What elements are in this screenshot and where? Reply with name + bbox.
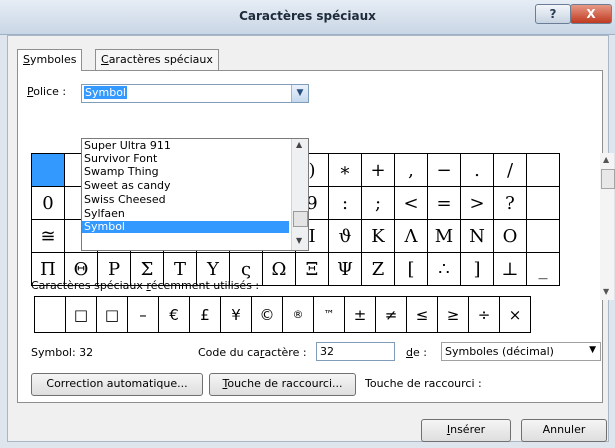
- font-select-value: Symbol: [84, 86, 127, 99]
- symbol-cell[interactable]: [526, 186, 560, 220]
- symbol-cell[interactable]: ;: [361, 186, 395, 220]
- recent-symbols-grid: □ □ – € £ ¥ © ® ™ ± ≠ ≤ ≥ ÷ ×: [34, 296, 531, 333]
- symbol-cell[interactable]: −: [427, 153, 461, 187]
- symbol-cell[interactable]: [526, 219, 560, 253]
- symbol-cell[interactable]: +: [361, 153, 395, 187]
- font-dropdown-list[interactable]: Super Ultra 911 Survivor Font Swamp Thin…: [81, 138, 309, 251]
- symbol-cell[interactable]: [: [394, 252, 428, 286]
- recent-symbol-cell[interactable]: □: [96, 296, 128, 333]
- symbol-cell[interactable]: Ο: [493, 219, 527, 253]
- recent-symbol-cell[interactable]: ≤: [406, 296, 438, 333]
- recent-symbol-cell[interactable]: ±: [344, 296, 376, 333]
- from-select[interactable]: Symboles (décimal) ▼: [441, 342, 601, 361]
- symbol-cell[interactable]: ≅: [31, 219, 65, 253]
- recent-symbol-cell[interactable]: £: [189, 296, 221, 333]
- shortcut-key-label: Touche de raccourci :: [365, 377, 482, 390]
- recent-symbol-cell[interactable]: ®: [282, 296, 314, 333]
- symbol-cell[interactable]: ∴: [427, 252, 461, 286]
- tab-symboles[interactable]: Symboles: [17, 49, 83, 71]
- font-option[interactable]: Super Ultra 911: [84, 140, 171, 152]
- symbol-cell[interactable]: ?: [493, 186, 527, 220]
- font-select[interactable]: Symbol ▼: [81, 84, 309, 103]
- cancel-button[interactable]: Annuler: [521, 419, 607, 442]
- symbol-cell[interactable]: :: [328, 186, 362, 220]
- scroll-thumb[interactable]: [293, 211, 308, 227]
- symbol-cell[interactable]: ,: [394, 153, 428, 187]
- close-button[interactable]: X: [570, 4, 612, 24]
- font-option[interactable]: Sweet as candy: [84, 180, 171, 192]
- symbol-cell[interactable]: [31, 153, 65, 187]
- font-option[interactable]: Sylfaen: [84, 208, 125, 220]
- symbol-cell[interactable]: Ν: [460, 219, 494, 253]
- symbol-cell[interactable]: >: [460, 186, 494, 220]
- autocorrect-button[interactable]: Correction automatique...: [31, 373, 203, 396]
- symbol-cell[interactable]: Ψ: [328, 252, 362, 286]
- symbol-cell[interactable]: Ξ: [295, 252, 329, 286]
- tab-caracteres-speciaux[interactable]: Caractères spéciaux: [95, 49, 219, 70]
- recent-symbol-cell[interactable]: ™: [313, 296, 345, 333]
- symbol-cell[interactable]: ∗: [328, 153, 362, 187]
- scroll-down-icon[interactable]: ▼: [603, 287, 609, 296]
- symbol-cell[interactable]: ⊥: [493, 252, 527, 286]
- recent-symbol-cell[interactable]: ×: [499, 296, 531, 333]
- chevron-down-icon[interactable]: ▼: [291, 85, 308, 102]
- recent-symbol-cell[interactable]: ©: [251, 296, 283, 333]
- recent-symbol-cell[interactable]: [34, 296, 66, 333]
- chevron-down-icon[interactable]: ▼: [589, 345, 596, 355]
- insert-button[interactable]: Insérer: [421, 419, 511, 442]
- symbol-info: Symbol: 32: [31, 346, 94, 359]
- title-bar: Caractères spéciaux ? X: [0, 0, 615, 35]
- recent-symbol-cell[interactable]: □: [65, 296, 97, 333]
- char-code-label: Code du caractère :: [198, 346, 307, 359]
- symbol-cell[interactable]: Ω: [262, 252, 296, 286]
- from-label: de :: [406, 346, 427, 359]
- char-code-input[interactable]: 32: [316, 342, 395, 361]
- scroll-up-icon[interactable]: ▲: [296, 140, 302, 149]
- symbol-cell[interactable]: .: [460, 153, 494, 187]
- font-label: Police :: [27, 85, 67, 98]
- recent-symbols-label: Caractères spéciaux récemment utilisés :: [31, 279, 260, 292]
- symbol-cell[interactable]: /: [493, 153, 527, 187]
- scroll-thumb[interactable]: [601, 169, 615, 189]
- scroll-up-icon[interactable]: ▲: [603, 155, 609, 164]
- font-option[interactable]: Survivor Font: [84, 153, 157, 165]
- symbol-cell[interactable]: Κ: [361, 219, 395, 253]
- symbol-cell[interactable]: Λ: [394, 219, 428, 253]
- symbol-cell[interactable]: Μ: [427, 219, 461, 253]
- symbol-cell[interactable]: Ζ: [361, 252, 395, 286]
- symbol-cell[interactable]: <: [394, 186, 428, 220]
- window-title: Caractères spéciaux: [239, 9, 376, 23]
- recent-symbol-cell[interactable]: ÷: [468, 296, 500, 333]
- font-option[interactable]: Swamp Thing: [84, 166, 159, 178]
- font-option-selected[interactable]: Symbol: [82, 221, 289, 233]
- symbol-cell[interactable]: _: [526, 252, 560, 286]
- recent-symbol-cell[interactable]: €: [158, 296, 190, 333]
- symbol-cell[interactable]: 0: [31, 186, 65, 220]
- recent-symbol-cell[interactable]: ≠: [375, 296, 407, 333]
- symbol-cell[interactable]: ]: [460, 252, 494, 286]
- font-option[interactable]: Swiss Cheesed: [84, 194, 166, 206]
- help-button[interactable]: ?: [535, 4, 571, 24]
- symbol-cell[interactable]: =: [427, 186, 461, 220]
- recent-symbol-cell[interactable]: ¥: [220, 296, 252, 333]
- symbol-cell[interactable]: ϑ: [328, 219, 362, 253]
- symbol-grid-scrollbar[interactable]: ▲ ▼: [600, 153, 615, 300]
- shortcut-key-button[interactable]: Touche de raccourci...: [209, 373, 356, 396]
- font-list-scrollbar[interactable]: ▲ ▼: [291, 139, 308, 250]
- symbol-cell[interactable]: [526, 153, 560, 187]
- recent-symbol-cell[interactable]: –: [127, 296, 159, 333]
- recent-symbol-cell[interactable]: ≥: [437, 296, 469, 333]
- scroll-down-icon[interactable]: ▼: [296, 236, 302, 245]
- dialog-body: Symboles Caractères spéciaux Police : Sy…: [7, 35, 615, 442]
